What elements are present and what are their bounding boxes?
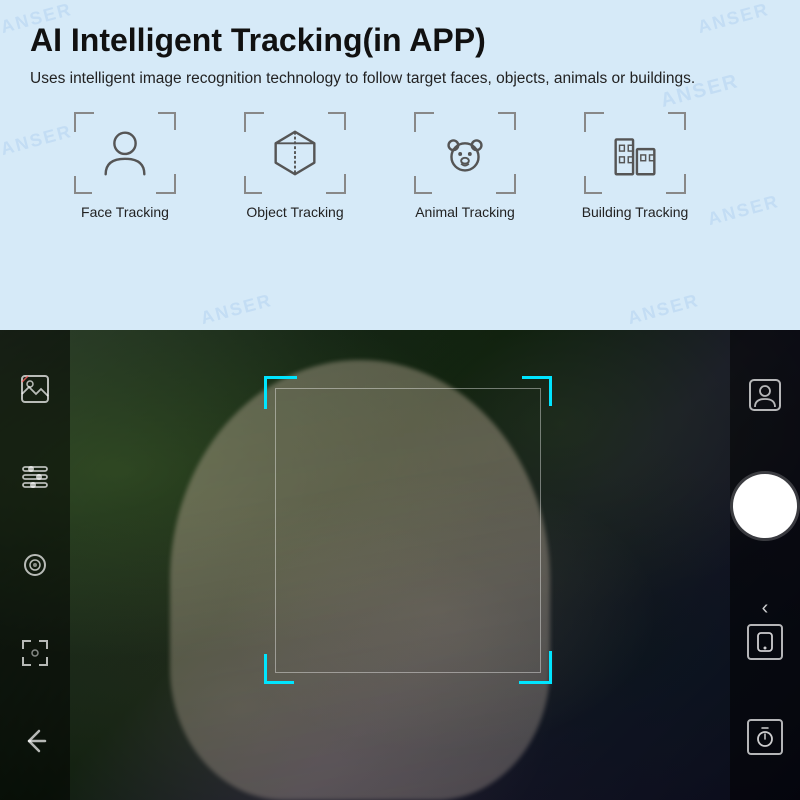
object-icon-box <box>240 108 350 198</box>
tracking-item-animal: Animal Tracking <box>380 108 550 220</box>
focus-svg <box>19 637 51 669</box>
corner-tr <box>328 112 346 130</box>
settings-icon[interactable] <box>15 457 55 497</box>
face-tracking-label: Face Tracking <box>81 204 169 220</box>
timer-icon[interactable] <box>747 719 783 755</box>
tracking-item-building: Building Tracking <box>550 108 720 220</box>
subtitle-text: Uses intelligent image recognition techn… <box>30 67 710 90</box>
watermark: ANSER <box>199 290 275 329</box>
phone-icon[interactable] <box>747 624 783 660</box>
watermark: ANSER <box>626 290 702 329</box>
camera-icon[interactable] <box>15 545 55 585</box>
building-icon-box <box>580 108 690 198</box>
building-tracking-label: Building Tracking <box>582 204 689 220</box>
corner-tr <box>668 112 686 130</box>
subject-person <box>170 360 550 800</box>
shutter-button[interactable] <box>733 474 797 538</box>
page-title: AI Intelligent Tracking(in APP) <box>30 22 770 59</box>
face-track-svg <box>747 377 783 413</box>
object-tracking-icon <box>266 124 324 182</box>
focus-icon[interactable] <box>15 633 55 673</box>
phone-svg <box>754 631 776 653</box>
corner-bl <box>414 176 432 194</box>
tracking-item-face: Face Tracking <box>40 108 210 220</box>
back-icon[interactable] <box>15 721 55 761</box>
tracking-item-object: Object Tracking <box>210 108 380 220</box>
face-track-toggle-icon[interactable] <box>745 375 785 415</box>
camera-svg <box>19 549 51 581</box>
animal-tracking-label: Animal Tracking <box>415 204 515 220</box>
corner-bl <box>74 176 92 194</box>
building-tracking-icon <box>606 124 664 182</box>
object-tracking-label: Object Tracking <box>246 204 343 220</box>
corner-tr <box>498 112 516 130</box>
face-tracking-icon <box>96 124 154 182</box>
left-sidebar <box>0 330 70 800</box>
gallery-svg <box>20 374 50 404</box>
corner-bl <box>584 176 602 194</box>
corner-bl <box>244 176 262 194</box>
shutter-circle[interactable] <box>733 474 797 538</box>
right-sidebar: ‹ <box>730 330 800 800</box>
face-icon-box <box>70 108 180 198</box>
tracking-icons-row: Face Tracking Object Tracking <box>40 108 770 220</box>
phone-group: ‹ <box>747 597 783 660</box>
gallery-icon[interactable] <box>15 369 55 409</box>
back-svg <box>19 725 51 757</box>
animal-tracking-icon <box>436 124 494 182</box>
settings-svg <box>19 461 51 493</box>
camera-view: ‹ <box>0 330 800 800</box>
top-section: ANSER ANSER ANSER ANSER ANSER ANSER ANSE… <box>0 0 800 330</box>
timer-svg <box>754 726 776 748</box>
animal-icon-box <box>410 108 520 198</box>
chevron-icon[interactable]: ‹ <box>762 597 769 620</box>
corner-tr <box>158 112 176 130</box>
